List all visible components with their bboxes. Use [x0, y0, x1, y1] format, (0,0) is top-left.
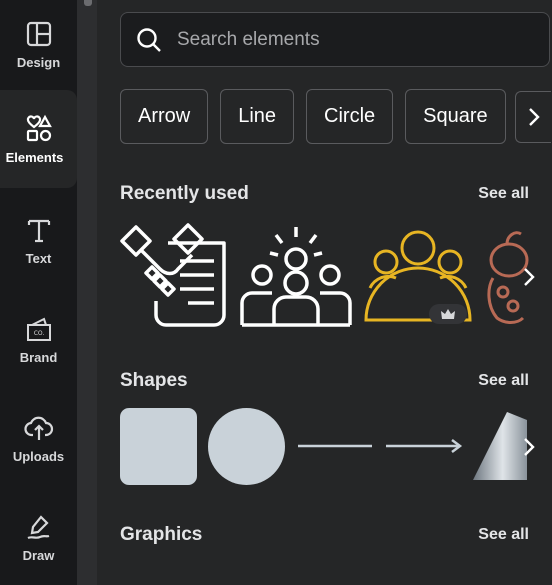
graphics-title: Graphics	[120, 524, 203, 545]
line-shape[interactable]	[296, 437, 374, 455]
chevron-right-icon	[528, 108, 540, 126]
rail-item-design[interactable]: Design	[0, 0, 77, 88]
chips-next-button[interactable]	[515, 91, 551, 143]
handshake-contract-icon[interactable]	[118, 223, 232, 329]
search-input[interactable]	[177, 28, 517, 51]
search-box[interactable]	[120, 12, 550, 67]
chip-circle[interactable]: Circle	[306, 89, 394, 144]
rail-label-uploads: Uploads	[12, 448, 65, 464]
elements-panel: Arrow Line Circle Square Recently used S…	[97, 0, 552, 585]
chip-arrow[interactable]: Arrow	[120, 89, 209, 144]
rail-item-brand[interactable]: CO. Brand	[0, 295, 77, 383]
rail-label-brand: Brand	[19, 349, 58, 365]
team-idea-icon[interactable]	[240, 223, 352, 329]
rail-item-uploads[interactable]: Uploads	[0, 394, 77, 482]
recently-used-title: Recently used	[120, 183, 249, 204]
chevron-right-icon	[524, 438, 535, 456]
elements-icon	[26, 114, 52, 141]
premium-badge	[429, 304, 467, 324]
chip-line[interactable]: Line	[220, 89, 295, 144]
brand-icon: CO.	[26, 317, 51, 341]
circle-shape[interactable]	[208, 408, 285, 485]
rail-label-text: Text	[25, 250, 52, 266]
graphics-see-all[interactable]: See all	[478, 526, 529, 544]
uploads-icon	[23, 416, 53, 440]
rail-label-elements: Elements	[5, 149, 64, 165]
side-rail: Design Elements Text CO. Brand Uploads D…	[0, 0, 77, 585]
shapes-next-button[interactable]	[509, 427, 549, 467]
rail-item-draw[interactable]: Draw	[0, 493, 77, 581]
crown-icon	[441, 309, 455, 319]
chevron-right-icon	[524, 268, 535, 286]
recently-used-next-button[interactable]	[509, 257, 549, 297]
rounded-square-shape[interactable]	[120, 408, 197, 485]
rail-scroll-gutter	[77, 0, 97, 585]
rail-label-design: Design	[16, 54, 61, 70]
chip-square[interactable]: Square	[405, 89, 506, 144]
rail-label-draw: Draw	[22, 547, 55, 563]
design-icon	[26, 21, 51, 46]
suggestion-chips: Arrow Line Circle Square	[120, 89, 506, 144]
shapes-see-all[interactable]: See all	[478, 372, 529, 390]
shapes-title: Shapes	[120, 370, 188, 391]
svg-text:CO.: CO.	[33, 330, 44, 337]
draw-icon	[27, 514, 49, 539]
search-icon	[137, 27, 161, 52]
rail-item-text[interactable]: Text	[0, 196, 77, 284]
rail-scrollbar-thumb[interactable]	[84, 0, 92, 6]
recently-used-see-all[interactable]: See all	[478, 185, 529, 203]
arrow-line-shape[interactable]	[384, 437, 464, 455]
text-icon	[27, 219, 50, 242]
rail-item-elements[interactable]: Elements	[0, 90, 77, 188]
